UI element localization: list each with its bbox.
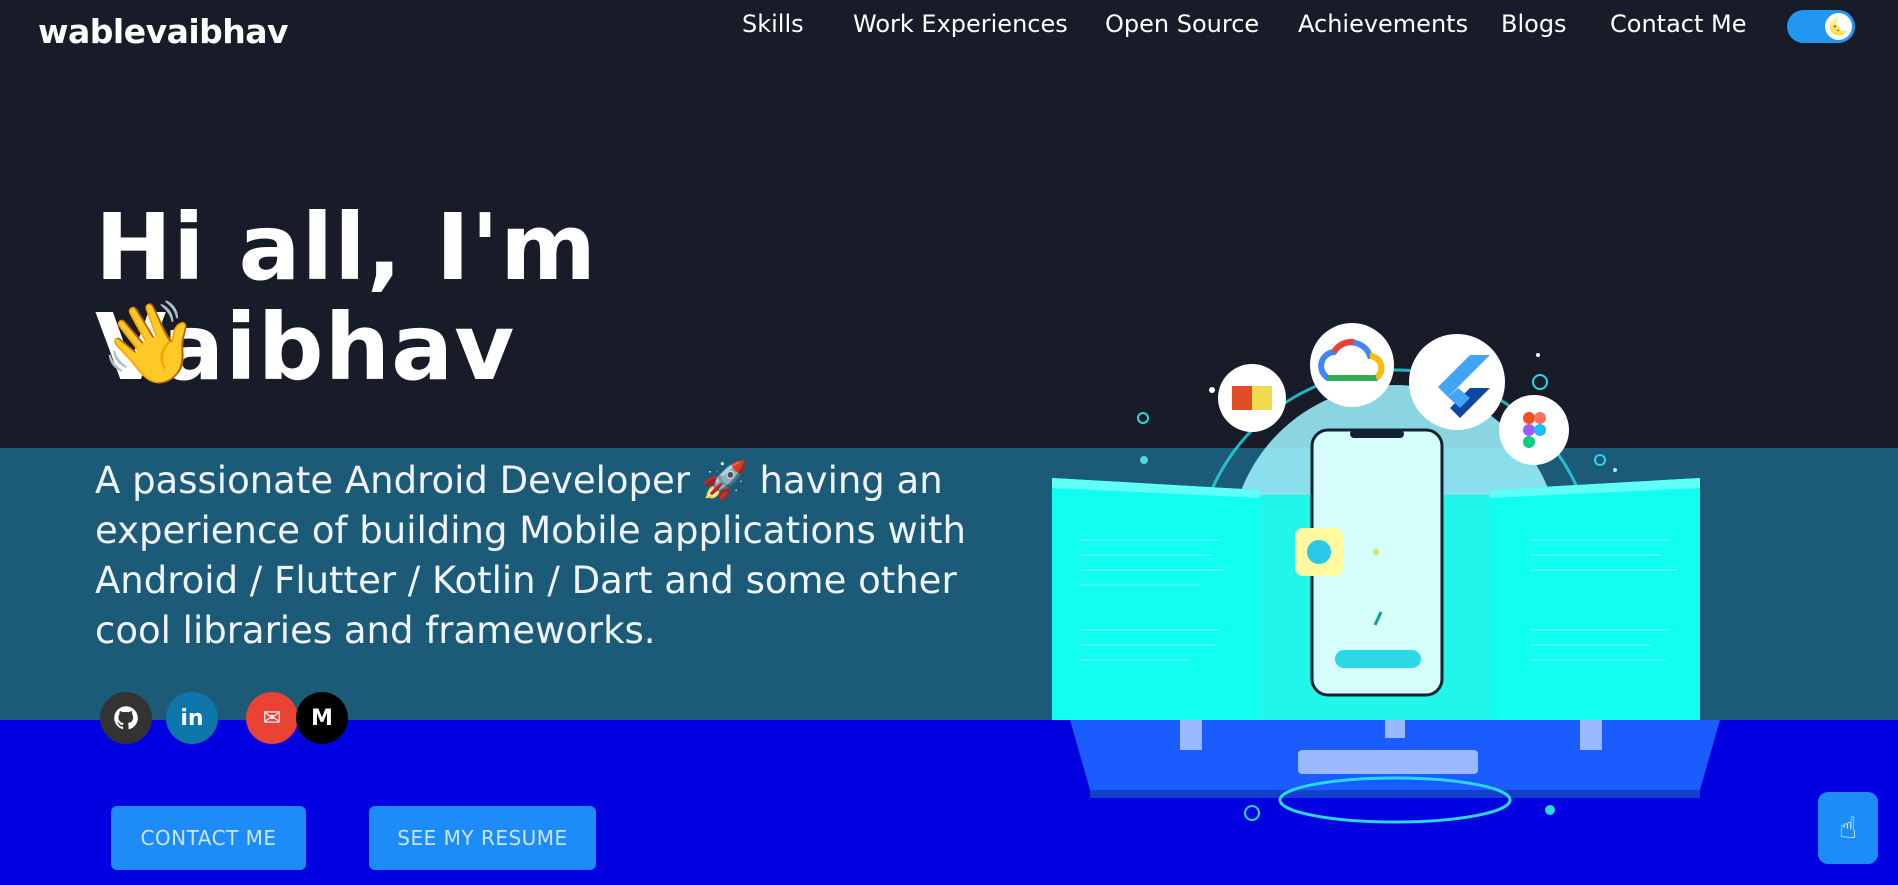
figma-icon	[1499, 395, 1569, 465]
javascript-icon	[1218, 364, 1286, 432]
contact-me-button[interactable]: CONTACT ME	[111, 806, 306, 870]
flutter-icon	[1409, 334, 1505, 430]
nav-link-open-source[interactable]: Open Source	[1105, 10, 1259, 38]
theme-toggle[interactable]: 🌜	[1787, 10, 1855, 43]
waving-hand-icon: 👋	[100, 296, 200, 389]
email-icon[interactable]: ✉	[246, 692, 298, 744]
scroll-top-button[interactable]: ☝	[1818, 792, 1878, 864]
nav-link-contact-me[interactable]: Contact Me	[1610, 10, 1746, 38]
google-cloud-icon	[1310, 323, 1394, 407]
top-nav: Skills Work Experiences Open Source Achi…	[0, 10, 1898, 50]
see-resume-button[interactable]: SEE MY RESUME	[369, 806, 596, 870]
nav-link-achievements[interactable]: Achievements	[1298, 10, 1468, 38]
nav-link-blogs[interactable]: Blogs	[1501, 10, 1567, 38]
pointing-hand-icon: ☝	[1838, 810, 1858, 846]
github-icon[interactable]	[100, 692, 152, 744]
linkedin-icon[interactable]: in	[166, 692, 218, 744]
medium-icon[interactable]: M	[296, 692, 348, 744]
hero-illustration	[1052, 323, 1720, 824]
hero-subtitle: A passionate Android Developer 🚀 having …	[95, 459, 966, 652]
nav-link-skills[interactable]: Skills	[742, 10, 804, 38]
moon-icon: 🌜	[1825, 13, 1852, 40]
nav-link-work-experiences[interactable]: Work Experiences	[853, 10, 1068, 38]
hero-greeting: Hi all, I'm Vaibhav	[95, 194, 597, 401]
